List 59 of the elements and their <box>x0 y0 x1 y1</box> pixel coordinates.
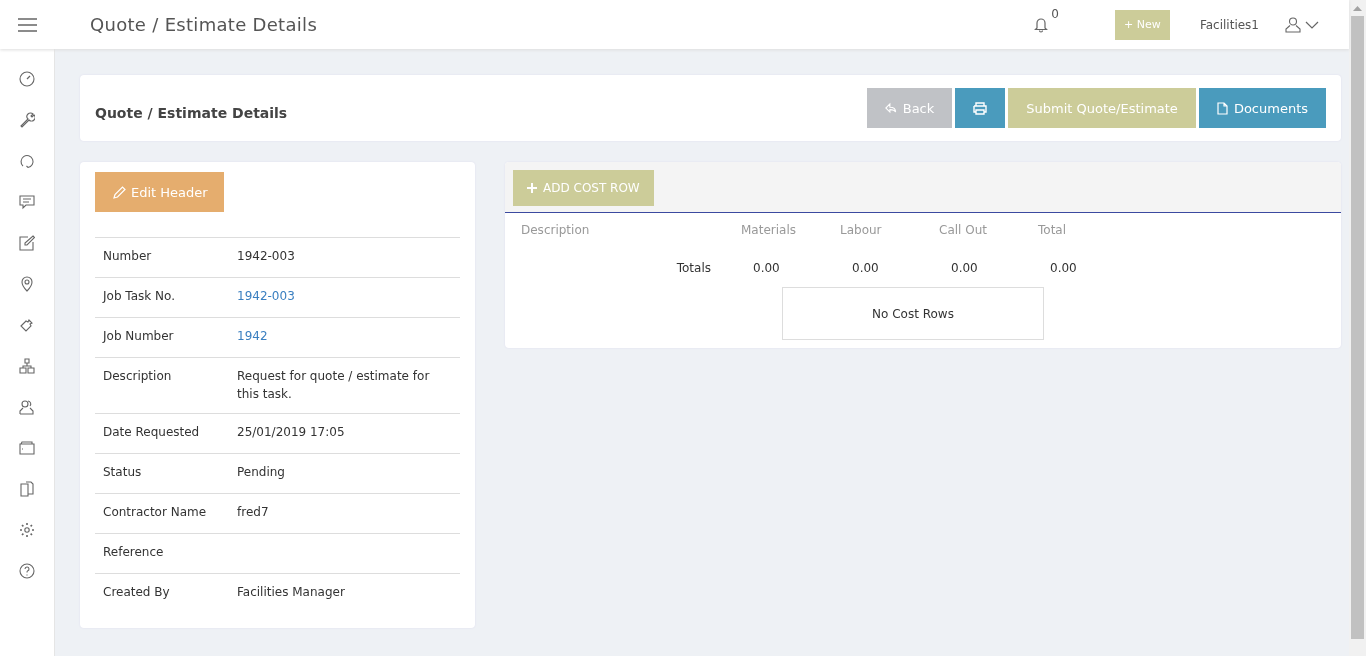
total-value: 0.00 <box>950 261 979 275</box>
column-header: Description <box>521 223 591 237</box>
back-button[interactable]: Back <box>867 88 953 128</box>
column-header: Total <box>1038 223 1068 237</box>
documents-button[interactable]: Documents <box>1198 88 1326 128</box>
field-label: Job Number <box>103 328 175 345</box>
reply-arrow-icon <box>885 102 897 114</box>
document-icon <box>1216 101 1228 115</box>
field-link[interactable]: 1942-003 <box>237 287 452 305</box>
add-cost-row-button[interactable]: ADD COST ROW <box>513 170 654 206</box>
empty-message: No Cost Rows <box>782 287 1044 340</box>
field-label: Description <box>103 368 173 385</box>
field-value: Request for quote / estimate for this task. <box>237 368 431 403</box>
hierarchy-icon[interactable] <box>19 358 35 374</box>
users-icon[interactable] <box>19 399 35 415</box>
documents-icon[interactable] <box>19 481 35 497</box>
print-button[interactable] <box>955 88 1006 128</box>
field-link[interactable]: 1942 <box>237 327 452 345</box>
field-value: fred7 <box>237 504 270 521</box>
user-icon[interactable] <box>1285 16 1301 33</box>
plus-icon <box>527 183 537 193</box>
total-value: 0.00 <box>851 261 880 275</box>
field-label: Date Requested <box>103 424 201 441</box>
menu-icon[interactable] <box>18 17 37 32</box>
field-value: Pending <box>237 464 286 481</box>
user-name[interactable]: Facilities1 <box>1199 17 1259 32</box>
field-label: Status <box>103 464 143 481</box>
map-pin-icon[interactable] <box>19 276 35 292</box>
field-label: Contractor Name <box>103 504 208 521</box>
field-value: Facilities Manager <box>237 584 346 601</box>
submit-button[interactable]: Submit Quote/Estimate <box>1008 88 1196 128</box>
column-header: Materials <box>741 223 797 237</box>
new-button[interactable]: + New <box>1114 9 1170 40</box>
chat-icon[interactable] <box>19 194 35 210</box>
section-title: Quote / Estimate Details <box>95 105 288 121</box>
page-title: Quote / Estimate Details <box>90 14 318 35</box>
column-header: Call Out <box>939 223 988 237</box>
total-value: 0.00 <box>752 261 781 275</box>
field-value: 25/01/2019 17:05 <box>237 424 346 441</box>
chevron-down-icon[interactable] <box>1305 20 1319 29</box>
field-label: Number <box>103 248 153 265</box>
folder-icon[interactable] <box>19 440 35 456</box>
notification-count: 0 <box>1051 6 1059 21</box>
pencil-icon <box>113 185 126 199</box>
edit-header-button[interactable]: Edit Header <box>95 172 224 212</box>
printer-icon <box>973 101 988 115</box>
column-header: Labour <box>840 223 883 237</box>
refresh-icon[interactable] <box>19 153 35 169</box>
field-value: 1942-003 <box>237 248 296 265</box>
field-label: Created By <box>103 584 171 601</box>
gauge-icon[interactable] <box>19 71 35 87</box>
edit-icon[interactable] <box>19 235 35 251</box>
help-icon[interactable] <box>19 563 35 579</box>
scrollbar[interactable] <box>1349 0 1366 656</box>
field-label: Job Task No. <box>103 288 176 305</box>
totals-label: Totals <box>675 261 712 275</box>
bell-icon[interactable] <box>1034 16 1049 33</box>
total-value: 0.00 <box>1049 261 1078 275</box>
field-label: Reference <box>103 544 165 561</box>
